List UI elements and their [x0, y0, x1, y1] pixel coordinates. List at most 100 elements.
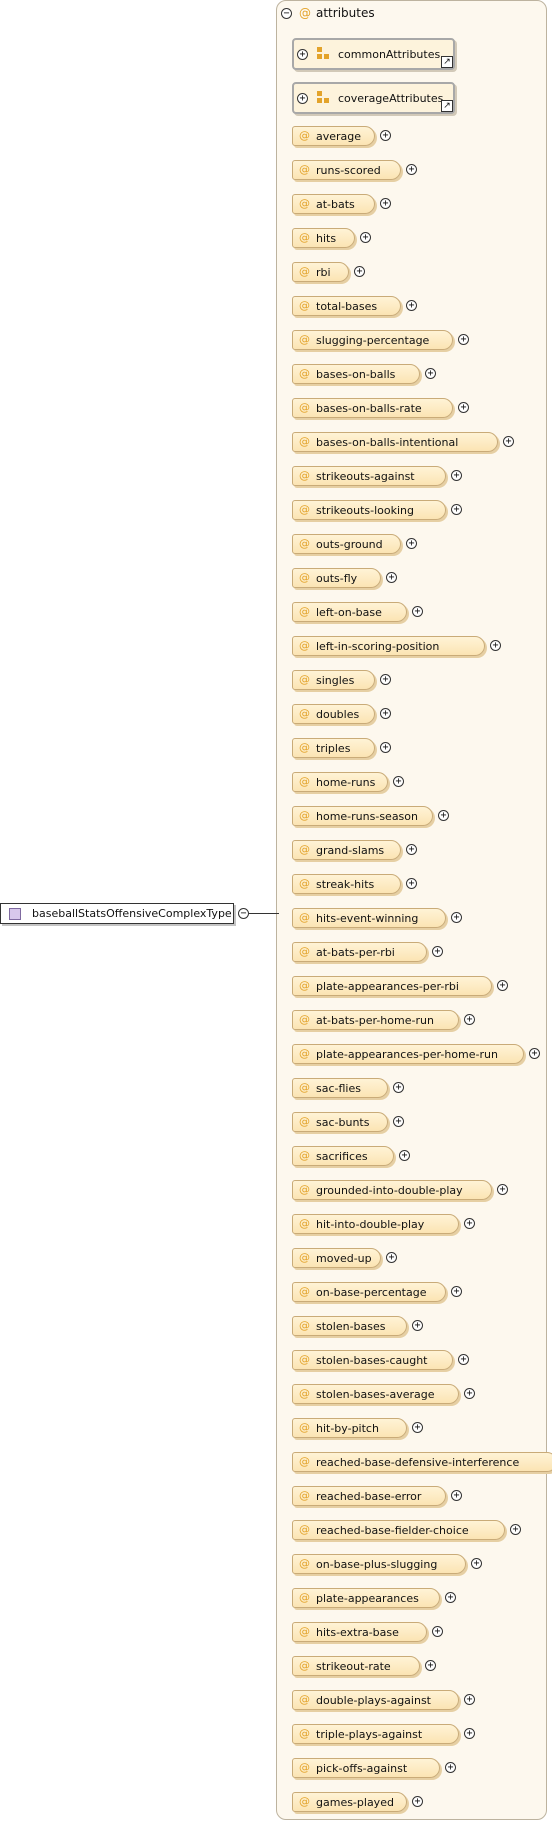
attribute-at-bats-per-home-run[interactable]: @ at-bats-per-home-run	[292, 1010, 459, 1030]
attribute-strikeouts-against[interactable]: @ strikeouts-against	[292, 466, 446, 486]
attribute-reached-base-defensive-interference[interactable]: @ reached-base-defensive-interference	[292, 1452, 552, 1472]
attribute-reached-base-fielder-choice[interactable]: @ reached-base-fielder-choice	[292, 1520, 505, 1540]
expand-icon[interactable]: +	[510, 1524, 521, 1535]
expand-icon[interactable]: +	[380, 742, 391, 753]
attribute-at-bats[interactable]: @ at-bats	[292, 194, 375, 214]
attribute-triple-plays-against[interactable]: @ triple-plays-against	[292, 1724, 459, 1744]
expand-icon[interactable]: +	[458, 1354, 469, 1365]
expand-icon[interactable]: +	[497, 1184, 508, 1195]
attribute-moved-up[interactable]: @ moved-up	[292, 1248, 381, 1268]
link-arrow-icon[interactable]: ↗	[441, 56, 453, 68]
expand-icon[interactable]: +	[451, 912, 462, 923]
expand-icon[interactable]: +	[445, 1762, 456, 1773]
expand-icon[interactable]: +	[386, 1252, 397, 1263]
expand-icon[interactable]: +	[464, 1694, 475, 1705]
expand-icon[interactable]: +	[425, 368, 436, 379]
attribute-stolen-bases[interactable]: @ stolen-bases	[292, 1316, 407, 1336]
attribute-sacrifices[interactable]: @ sacrifices	[292, 1146, 394, 1166]
attribute-streak-hits[interactable]: @ streak-hits	[292, 874, 401, 894]
expand-icon[interactable]: +	[451, 1286, 462, 1297]
attribute-singles[interactable]: @ singles	[292, 670, 375, 690]
expand-icon[interactable]: +	[438, 810, 449, 821]
expand-icon[interactable]: +	[412, 1320, 423, 1331]
attribute-hits-extra-base[interactable]: @ hits-extra-base	[292, 1622, 427, 1642]
expand-icon[interactable]: +	[464, 1728, 475, 1739]
expand-icon[interactable]: +	[497, 980, 508, 991]
attribute-grounded-into-double-play[interactable]: @ grounded-into-double-play	[292, 1180, 492, 1200]
attribute-sac-flies[interactable]: @ sac-flies	[292, 1078, 388, 1098]
expand-icon[interactable]: +	[393, 1116, 404, 1127]
expand-icon[interactable]: +	[297, 49, 308, 60]
attribute-hits[interactable]: @ hits	[292, 228, 355, 248]
expand-icon[interactable]: +	[386, 572, 397, 583]
expand-icon[interactable]: +	[529, 1048, 540, 1059]
attribute-stolen-bases-average[interactable]: @ stolen-bases-average	[292, 1384, 459, 1404]
root-collapse-icon[interactable]: −	[238, 908, 249, 919]
attribute-on-base-plus-slugging[interactable]: @ on-base-plus-slugging	[292, 1554, 466, 1574]
expand-icon[interactable]: +	[406, 164, 417, 175]
expand-icon[interactable]: +	[412, 1422, 423, 1433]
expand-icon[interactable]: +	[445, 1592, 456, 1603]
expand-icon[interactable]: +	[503, 436, 514, 447]
attribute-plate-appearances-per-rbi[interactable]: @ plate-appearances-per-rbi	[292, 976, 492, 996]
attribute-average[interactable]: @ average	[292, 126, 375, 146]
expand-icon[interactable]: +	[490, 640, 501, 651]
expand-icon[interactable]: +	[380, 198, 391, 209]
attribute-at-bats-per-rbi[interactable]: @ at-bats-per-rbi	[292, 942, 427, 962]
attribute-runs-scored[interactable]: @ runs-scored	[292, 160, 401, 180]
attribute-stolen-bases-caught[interactable]: @ stolen-bases-caught	[292, 1350, 453, 1370]
expand-icon[interactable]: +	[464, 1014, 475, 1025]
attribute-left-in-scoring-position[interactable]: @ left-in-scoring-position	[292, 636, 485, 656]
attribute-bases-on-balls-rate[interactable]: @ bases-on-balls-rate	[292, 398, 453, 418]
attribute-strikeouts-looking[interactable]: @ strikeouts-looking	[292, 500, 446, 520]
expand-icon[interactable]: +	[406, 300, 417, 311]
expand-icon[interactable]: +	[432, 1626, 443, 1637]
attribute-bases-on-balls[interactable]: @ bases-on-balls	[292, 364, 420, 384]
attribute-double-plays-against[interactable]: @ double-plays-against	[292, 1690, 459, 1710]
expand-icon[interactable]: +	[451, 1490, 462, 1501]
attribute-reached-base-error[interactable]: @ reached-base-error	[292, 1486, 446, 1506]
expand-icon[interactable]: +	[406, 538, 417, 549]
attribute-home-runs[interactable]: @ home-runs	[292, 772, 388, 792]
expand-icon[interactable]: +	[380, 130, 391, 141]
expand-icon[interactable]: +	[380, 674, 391, 685]
expand-icon[interactable]: +	[360, 232, 371, 243]
attribute-rbi[interactable]: @ rbi	[292, 262, 349, 282]
expand-icon[interactable]: +	[406, 844, 417, 855]
attribute-doubles[interactable]: @ doubles	[292, 704, 375, 724]
attribute-games-played[interactable]: @ games-played	[292, 1792, 407, 1812]
attribute-hit-into-double-play[interactable]: @ hit-into-double-play	[292, 1214, 459, 1234]
attribute-outs-fly[interactable]: @ outs-fly	[292, 568, 381, 588]
expand-icon[interactable]: +	[464, 1388, 475, 1399]
expand-icon[interactable]: +	[399, 1150, 410, 1161]
expand-icon[interactable]: +	[451, 504, 462, 515]
expand-icon[interactable]: +	[425, 1660, 436, 1671]
link-arrow-icon[interactable]: ↗	[441, 100, 453, 112]
expand-icon[interactable]: +	[458, 334, 469, 345]
expand-icon[interactable]: +	[471, 1558, 482, 1569]
attribute-pick-offs-against[interactable]: @ pick-offs-against	[292, 1758, 440, 1778]
attribute-grand-slams[interactable]: @ grand-slams	[292, 840, 401, 860]
attribute-on-base-percentage[interactable]: @ on-base-percentage	[292, 1282, 446, 1302]
expand-icon[interactable]: +	[432, 946, 443, 957]
expand-icon[interactable]: +	[451, 470, 462, 481]
attribute-slugging-percentage[interactable]: @ slugging-percentage	[292, 330, 453, 350]
attribute-group-coverage[interactable]: + coverageAttributes ↗	[292, 82, 455, 114]
attribute-left-on-base[interactable]: @ left-on-base	[292, 602, 407, 622]
attribute-bases-on-balls-intentional[interactable]: @ bases-on-balls-intentional	[292, 432, 498, 452]
attribute-triples[interactable]: @ triples	[292, 738, 375, 758]
root-complex-type[interactable]: baseballStatsOffensiveComplexType	[0, 903, 234, 924]
attributes-collapse-icon[interactable]: −	[281, 8, 292, 19]
attribute-group-common[interactable]: + commonAttributes ↗	[292, 38, 455, 70]
expand-icon[interactable]: +	[406, 878, 417, 889]
expand-icon[interactable]: +	[380, 708, 391, 719]
expand-icon[interactable]: +	[354, 266, 365, 277]
attribute-strikeout-rate[interactable]: @ strikeout-rate	[292, 1656, 420, 1676]
expand-icon[interactable]: +	[412, 606, 423, 617]
attribute-home-runs-season[interactable]: @ home-runs-season	[292, 806, 433, 826]
expand-icon[interactable]: +	[458, 402, 469, 413]
attribute-outs-ground[interactable]: @ outs-ground	[292, 534, 401, 554]
attribute-hits-event-winning[interactable]: @ hits-event-winning	[292, 908, 446, 928]
expand-icon[interactable]: +	[393, 776, 404, 787]
attribute-plate-appearances[interactable]: @ plate-appearances	[292, 1588, 440, 1608]
